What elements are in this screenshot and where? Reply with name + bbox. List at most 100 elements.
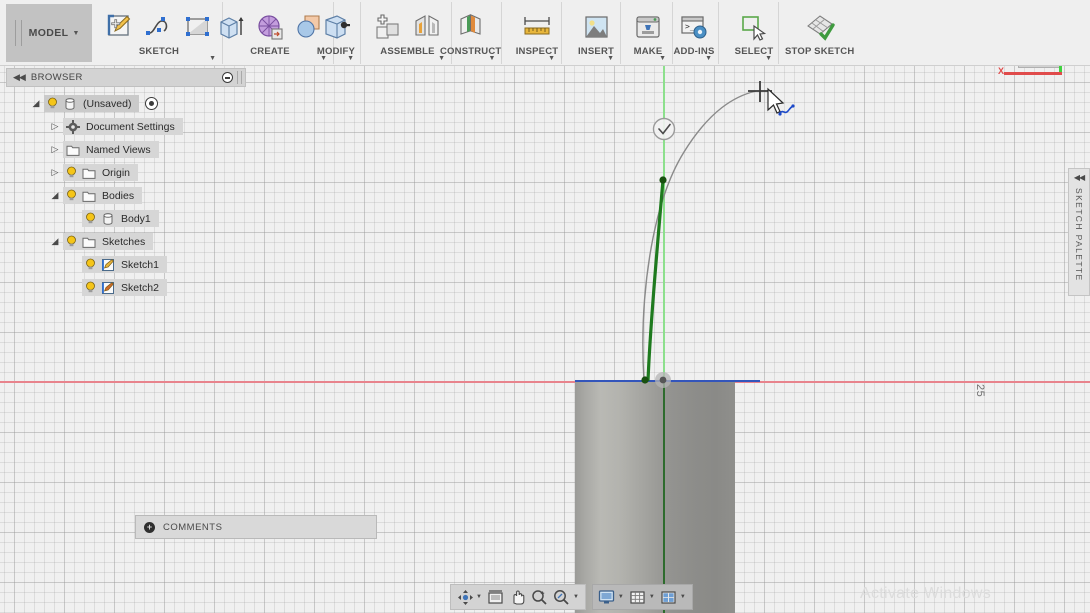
browser-item-label: Named Views	[86, 143, 151, 156]
main-toolbar: MODEL ▼ SKETCH ▼ CREATE ▼ MODIFY ▼ ASSEM…	[0, 0, 1090, 66]
browser-item-chip[interactable]: Sketches	[63, 233, 154, 250]
twisty-collapsed-icon[interactable]: ▷	[47, 144, 63, 155]
pan-icon[interactable]	[507, 586, 529, 608]
browser-item-chip[interactable]: Sketch1	[82, 256, 167, 273]
chevron-down-icon[interactable]: ▼	[618, 594, 627, 600]
viewports-icon[interactable]	[658, 586, 680, 608]
chevron-down-icon[interactable]: ▼	[347, 55, 354, 62]
chevron-down-icon[interactable]: ▼	[765, 55, 772, 62]
spline-point-upper[interactable]	[659, 176, 667, 184]
light-bulb-icon[interactable]	[63, 189, 79, 202]
browser-item-label: Bodies	[102, 189, 135, 202]
sketch-palette-label: SKETCH PALETTE	[1074, 188, 1084, 282]
comments-bar[interactable]: + COMMENTS	[135, 515, 377, 539]
twisty-collapsed-icon[interactable]: ▷	[47, 121, 63, 132]
zoom-icon[interactable]	[529, 586, 551, 608]
browser-item-label: Origin	[102, 166, 131, 179]
plus-circle-icon[interactable]: +	[144, 521, 155, 533]
press-pull-icon[interactable]	[318, 8, 354, 46]
chevron-down-icon[interactable]: ▼	[548, 55, 555, 62]
browser-panel: ◀◀ BROWSER ◢ (Unsaved) ▷ Document Settings ▷…	[6, 68, 246, 299]
chevron-down-icon[interactable]: ▼	[573, 594, 582, 600]
select-window-icon[interactable]	[736, 8, 772, 46]
scripts-addins-icon[interactable]: >_	[676, 8, 712, 46]
display-settings-icon[interactable]	[596, 586, 618, 608]
panel-grip[interactable]	[237, 71, 242, 84]
folder-icon	[79, 235, 98, 249]
workspace-label: MODEL	[28, 27, 69, 39]
twisty-expanded-icon[interactable]: ◢	[28, 98, 44, 109]
browser-item-sketch1[interactable]: Sketch1	[6, 253, 246, 276]
activate-windows-watermark: Activate Windows	[860, 585, 992, 602]
stop-sketch-icon[interactable]	[802, 8, 838, 46]
browser-item-chip[interactable]: Document Settings	[63, 118, 183, 135]
sketch-icon	[98, 258, 117, 272]
spline-point-lower[interactable]	[641, 376, 649, 384]
chevron-down-icon[interactable]: ▼	[607, 55, 614, 62]
browser-item-named-views[interactable]: ▷ Named Views	[6, 138, 246, 161]
sketch-origin-point[interactable]	[659, 376, 667, 384]
light-bulb-icon[interactable]	[44, 97, 60, 110]
toolbar-grip	[15, 20, 22, 46]
revolve-icon[interactable]	[252, 8, 288, 46]
twisty-expanded-icon[interactable]: ◢	[47, 236, 63, 247]
light-bulb-icon[interactable]	[82, 258, 98, 271]
browser-item-chip[interactable]: Origin	[63, 164, 139, 181]
minus-circle-icon[interactable]	[222, 72, 233, 83]
new-component-icon[interactable]	[370, 8, 406, 46]
toolbar-group-construct: CONSTRUCT ▼	[440, 2, 503, 64]
browser-item-chip[interactable]: Bodies	[63, 187, 143, 204]
browser-item-chip[interactable]: Named Views	[63, 141, 159, 158]
sketch-palette-tab[interactable]: ◀◀ SKETCH PALETTE	[1068, 168, 1090, 296]
component-activate-radio[interactable]	[145, 97, 159, 110]
twisty-expanded-icon[interactable]: ◢	[47, 190, 63, 201]
collapse-right-icon[interactable]: ◀◀	[1074, 173, 1085, 182]
browser-item-origin[interactable]: ▷ Origin	[6, 161, 246, 184]
browser-item-label: Body1	[121, 212, 151, 225]
toolbar-group-select: SELECT ▼	[730, 2, 779, 64]
grid-snaps-icon[interactable]	[627, 586, 649, 608]
orbit-icon[interactable]	[454, 586, 476, 608]
browser-item-label: (Unsaved)	[83, 97, 132, 110]
3d-print-icon[interactable]	[630, 8, 666, 46]
light-bulb-icon[interactable]	[63, 166, 79, 179]
workspace-selector[interactable]: MODEL ▼	[6, 4, 92, 62]
chevron-down-icon[interactable]: ▼	[489, 55, 496, 62]
view-tools-group: ▼ ▼	[450, 584, 586, 610]
extrude-icon[interactable]	[213, 8, 249, 46]
browser-item-unsaved[interactable]: ◢ (Unsaved)	[6, 92, 246, 115]
spline-segment-selected[interactable]	[646, 179, 665, 382]
spline-icon[interactable]	[141, 8, 177, 46]
insert-image-icon[interactable]	[578, 8, 614, 46]
folder-icon	[79, 166, 98, 180]
light-bulb-icon[interactable]	[82, 212, 98, 225]
light-bulb-icon[interactable]	[63, 235, 79, 248]
browser-item-chip[interactable]: Sketch2	[82, 279, 167, 296]
zoom-window-icon[interactable]	[551, 586, 573, 608]
toolbar-group-assemble: ASSEMBLE ▼	[364, 2, 452, 64]
browser-item-sketch2[interactable]: Sketch2	[6, 276, 246, 299]
browser-item-sketches[interactable]: ◢ Sketches	[6, 230, 246, 253]
comments-label: COMMENTS	[163, 521, 223, 533]
browser-item-chip[interactable]: (Unsaved)	[44, 95, 140, 112]
collapse-left-icon[interactable]: ◀◀	[7, 72, 31, 83]
chevron-down-icon[interactable]: ▼	[476, 594, 485, 600]
offset-plane-icon[interactable]	[453, 8, 489, 46]
chevron-down-icon[interactable]: ▼	[649, 594, 658, 600]
light-bulb-icon[interactable]	[82, 281, 98, 294]
browser-item-document-settings[interactable]: ▷ Document Settings	[6, 115, 246, 138]
browser-item-chip[interactable]: Body1	[82, 210, 159, 227]
look-at-icon[interactable]	[485, 586, 507, 608]
chevron-down-icon[interactable]: ▼	[659, 55, 666, 62]
chevron-down-icon[interactable]: ▼	[680, 594, 689, 600]
chevron-down-icon[interactable]: ▼	[705, 55, 712, 62]
twisty-collapsed-icon[interactable]: ▷	[47, 167, 63, 178]
folder-icon	[63, 143, 82, 157]
confirm-marker-circle[interactable]	[652, 117, 676, 141]
browser-item-body1[interactable]: Body1	[6, 207, 246, 230]
create-sketch-icon[interactable]	[102, 8, 138, 46]
browser-item-bodies[interactable]: ◢ Bodies	[6, 184, 246, 207]
measure-icon[interactable]	[519, 8, 555, 46]
toolbar-group-addins: >_ ADD-INS ▼	[670, 2, 719, 64]
navigation-bar: ▼ ▼ ▼ ▼ ▼	[450, 584, 693, 610]
